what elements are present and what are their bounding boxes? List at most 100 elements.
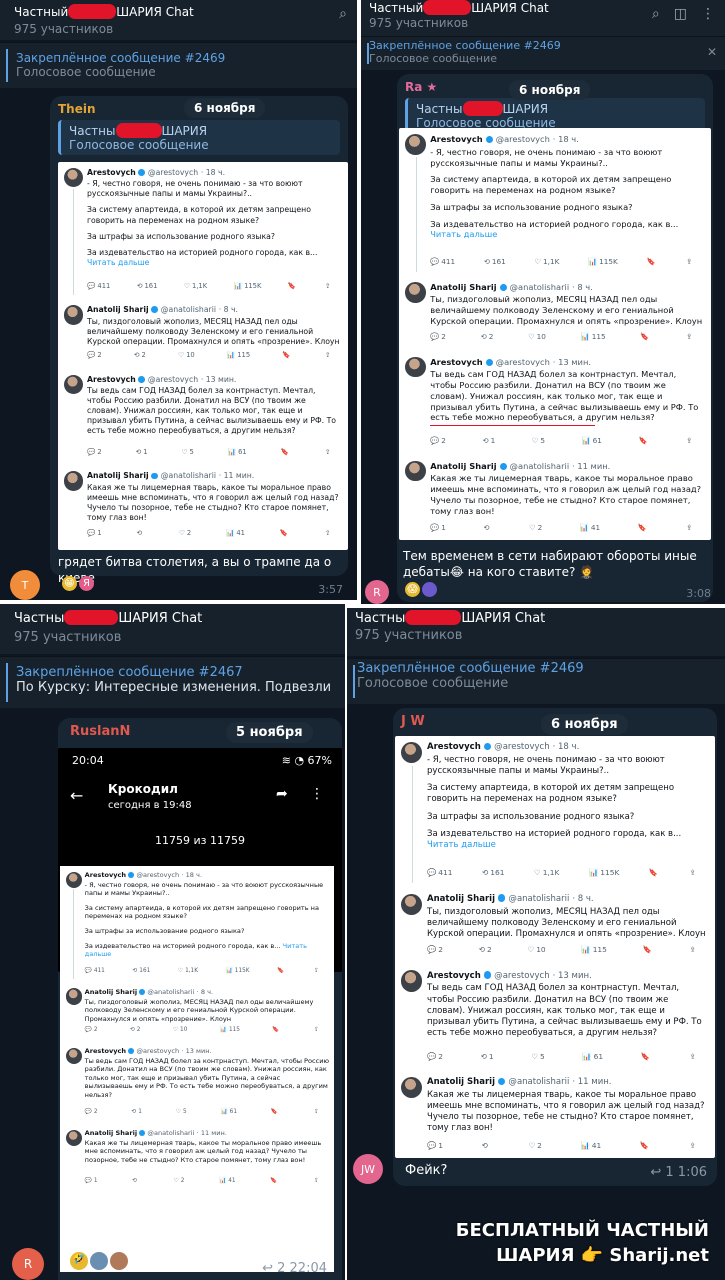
- like-icon[interactable]: ♡ 2: [529, 523, 542, 532]
- share-icon[interactable]: ⇪: [686, 436, 694, 445]
- tweet-actions[interactable]: 💬 2 ⟲ 1 ♡ 5 📊 61 🔖 ⇪: [427, 1052, 698, 1061]
- retweet-icon[interactable]: ⟲161: [137, 282, 158, 290]
- like-icon[interactable]: ♡1,1K: [535, 257, 560, 266]
- views-icon[interactable]: 📊 115: [581, 945, 607, 954]
- bookmark-icon[interactable]: 🔖: [272, 1027, 281, 1033]
- tweet-actions[interactable]: 💬 1 ⟲ ♡ 2 📊 41 🔖 ⇪: [430, 523, 694, 532]
- bookmark-icon[interactable]: 🔖: [639, 436, 650, 445]
- bookmark-icon[interactable]: 🔖: [277, 972, 286, 974]
- sidebar-toggle-icon[interactable]: ◫: [674, 6, 687, 22]
- views-icon[interactable]: 📊 115: [220, 1027, 240, 1033]
- reply-icon[interactable]: 💬 1: [87, 529, 102, 537]
- views-icon[interactable]: 📊 41: [226, 529, 245, 537]
- tweet-actions[interactable]: 💬 1 ⟲ ♡ 2 📊 41 🔖 ⇪: [427, 1141, 698, 1150]
- bookmark-icon[interactable]: 🔖: [640, 332, 651, 341]
- views-icon[interactable]: 📊 61: [582, 436, 602, 445]
- like-icon[interactable]: ♡1,1K: [534, 868, 559, 877]
- tweet-actions[interactable]: 💬411 ⟲161 ♡1,1K 📊115K 🔖 ⇪: [427, 868, 698, 877]
- like-icon[interactable]: ♡ 5: [531, 1052, 544, 1061]
- like-icon[interactable]: ♡ 10: [173, 1027, 187, 1033]
- rofl-emoji-icon[interactable]: 🤣: [70, 1252, 88, 1270]
- retweet-icon[interactable]: ⟲ 1: [481, 1052, 494, 1061]
- bookmark-icon[interactable]: 🔖: [638, 523, 649, 532]
- tweet-screenshot[interactable]: Arestovych @arestovych · 18 ч. - Я, чест…: [395, 736, 715, 1158]
- reply-icon[interactable]: 💬411: [430, 257, 455, 266]
- views-icon[interactable]: 📊 61: [228, 448, 247, 456]
- retweet-icon[interactable]: ⟲: [482, 1141, 490, 1150]
- share-icon[interactable]: ⇪: [325, 448, 333, 456]
- tweet-actions[interactable]: 💬 2 ⟲ 1 ♡ 5 📊 61 🔖 ⇪: [87, 448, 333, 456]
- read-more-link[interactable]: Читать дальше: [427, 840, 496, 850]
- share-icon[interactable]: ⇪: [690, 1052, 698, 1061]
- bookmark-icon[interactable]: 🔖: [649, 868, 660, 877]
- reply-icon[interactable]: 💬 2: [427, 945, 443, 954]
- chat-header[interactable]: Частный ШАРИЯ Chat 975 участников ⌕ ◫ ⋮: [361, 0, 725, 40]
- chat-header[interactable]: Частны ШАРИЯ Chat 975 участников: [347, 608, 725, 656]
- reply-icon[interactable]: 💬 2: [430, 332, 446, 341]
- tweet-actions[interactable]: 💬411 ⟲161 ♡1,1K 📊115K 🔖 ⇪: [87, 282, 333, 290]
- reply-icon[interactable]: 💬 1: [430, 523, 446, 532]
- avatar[interactable]: T: [10, 570, 40, 600]
- like-icon[interactable]: ♡1,1K: [178, 972, 198, 974]
- share-icon[interactable]: ⇪: [325, 529, 333, 537]
- tweet-actions[interactable]: 💬 1 ⟲ ♡ 2 📊 41 🔖 ⇪: [85, 1178, 321, 1184]
- bookmark-icon[interactable]: 🔖: [280, 529, 290, 537]
- tweet-actions[interactable]: 💬 2 ⟲ 2 ♡ 10 📊 115 🔖 ⇪: [85, 1027, 321, 1033]
- message-bubble[interactable]: J W Arestovych @arestovych · 18 ч. - Я, …: [393, 708, 717, 1186]
- reactions[interactable]: 😱: [405, 582, 437, 597]
- reply-icon[interactable]: 💬 2: [85, 1109, 98, 1115]
- like-icon[interactable]: ♡1,1K: [184, 282, 207, 290]
- share-icon[interactable]: ⇪: [314, 1027, 321, 1033]
- reply-icon[interactable]: 💬411: [87, 282, 110, 290]
- like-icon[interactable]: ♡ 2: [174, 1178, 185, 1184]
- tweet-screenshot[interactable]: Arestovych @arestovych · 18 ч. - Я, чест…: [58, 162, 348, 550]
- share-icon[interactable]: ⇪: [314, 1109, 321, 1115]
- views-icon[interactable]: 📊 41: [580, 1141, 601, 1150]
- retweet-icon[interactable]: ⟲: [132, 1178, 139, 1184]
- share-icon[interactable]: ⇪: [686, 257, 694, 266]
- tweet-screenshot[interactable]: Arestovych @arestovych · 18 ч. - Я, чест…: [399, 128, 711, 540]
- bookmark-icon[interactable]: 🔖: [640, 1141, 651, 1150]
- avatar[interactable]: R: [12, 1248, 44, 1280]
- more-menu-icon[interactable]: ⋮: [701, 6, 715, 22]
- views-icon[interactable]: 📊 115: [581, 332, 606, 341]
- tweet-actions[interactable]: 💬411 ⟲161 ♡1,1K 📊115K 🔖 ⇪: [85, 972, 321, 974]
- share-icon[interactable]: ⇪: [325, 351, 333, 359]
- reactions[interactable]: 🤣: [70, 1252, 128, 1270]
- like-icon[interactable]: ♡ 10: [528, 332, 546, 341]
- like-icon[interactable]: ♡ 10: [528, 945, 546, 954]
- bookmark-icon[interactable]: 🔖: [288, 282, 298, 290]
- back-arrow-icon[interactable]: ←: [70, 786, 83, 805]
- like-icon[interactable]: ♡ 2: [528, 1141, 541, 1150]
- share-icon[interactable]: ➦: [276, 786, 288, 802]
- search-icon[interactable]: ⌕: [652, 6, 660, 22]
- retweet-icon[interactable]: ⟲ 2: [479, 945, 492, 954]
- retweet-icon[interactable]: ⟲: [483, 523, 491, 532]
- more-menu-icon[interactable]: ⋮: [310, 786, 324, 802]
- bookmark-icon[interactable]: 🔖: [282, 351, 292, 359]
- reply-icon[interactable]: 💬 1: [85, 1178, 98, 1184]
- avatar[interactable]: JW: [353, 1154, 383, 1184]
- share-icon[interactable]: ⇪: [686, 332, 694, 341]
- chat-header[interactable]: Частный ШАРИЯ Chat 975 участников ⌕: [0, 0, 357, 40]
- share-icon[interactable]: ⇪: [690, 1141, 698, 1150]
- bookmark-icon[interactable]: 🔖: [281, 448, 291, 456]
- share-icon[interactable]: ⇪: [686, 523, 694, 532]
- reply-icon[interactable]: 💬 2: [427, 1052, 443, 1061]
- message-bubble[interactable]: RuslanN 20:04 ≋ ◔ 67% ← Крокодил сегодня…: [58, 718, 342, 1280]
- reply-preview[interactable]: Частны ШАРИЯ Голосовое сообщение: [58, 120, 340, 155]
- bookmark-icon[interactable]: 🔖: [270, 1178, 279, 1184]
- chat-header[interactable]: Частны ШАРИЯ Chat 975 участников: [0, 604, 345, 654]
- share-icon[interactable]: ⇪: [314, 972, 321, 974]
- search-icon[interactable]: ⌕: [339, 6, 347, 22]
- tweet-screenshot[interactable]: Arestovych @arestovych · 18 ч. - Я, чест…: [60, 866, 334, 972]
- retweet-icon[interactable]: ⟲ 1: [131, 1109, 142, 1115]
- pinned-message[interactable]: Закреплённое сообщение #2469 Голосовое с…: [0, 42, 357, 88]
- retweet-icon[interactable]: ⟲ 1: [482, 436, 495, 445]
- retweet-icon[interactable]: ⟲ 2: [134, 351, 146, 359]
- reply-icon[interactable]: ↩: [262, 1261, 273, 1276]
- read-more-link[interactable]: Читать дальше: [87, 258, 149, 267]
- tweet-actions[interactable]: 💬 2 ⟲ 1 ♡ 5 📊 61 🔖 ⇪: [85, 1109, 321, 1115]
- retweet-icon[interactable]: ⟲ 2: [481, 332, 494, 341]
- views-icon[interactable]: 📊 41: [580, 523, 600, 532]
